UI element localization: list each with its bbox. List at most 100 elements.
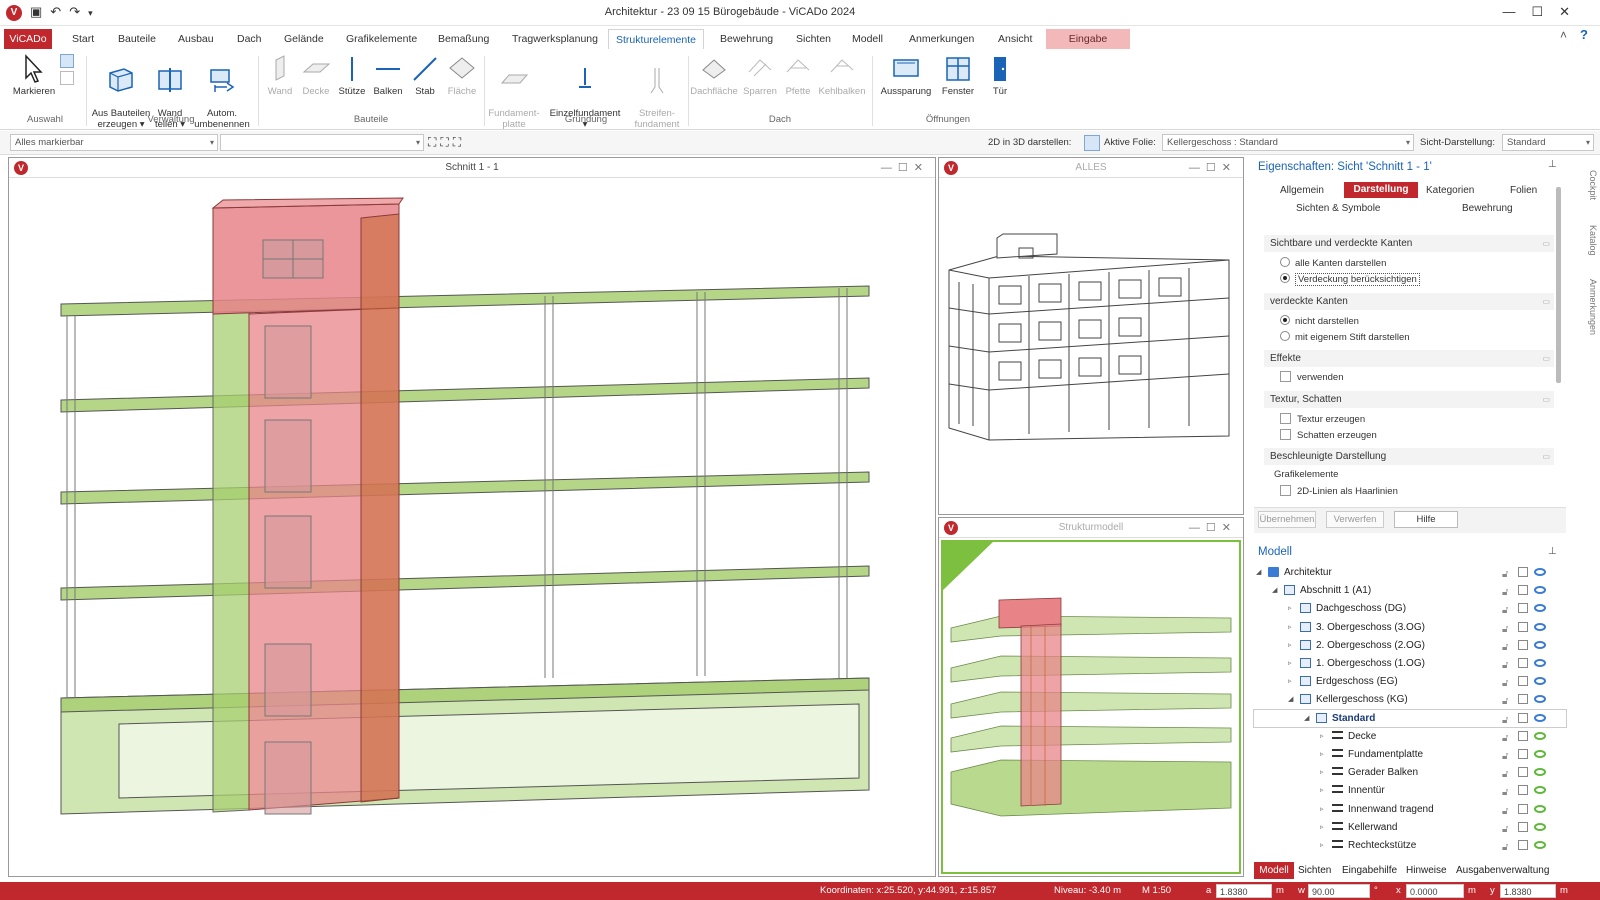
- tree-item-controls[interactable]: 🔓︎: [1502, 730, 1562, 744]
- section-verdeckte-kanten[interactable]: verdeckte Kanten ▭: [1264, 293, 1554, 310]
- checkbox-textur[interactable]: Textur erzeugen: [1280, 413, 1365, 425]
- tab-kategorien[interactable]: Kategorien: [1426, 185, 1474, 196]
- radio-alle-kanten[interactable]: alle Kanten darstellen: [1280, 257, 1386, 269]
- pin-icon[interactable]: ⊥: [1548, 159, 1557, 170]
- balken-button[interactable]: Balken: [370, 52, 406, 97]
- kehlbalken-button[interactable]: Kehlbalken: [816, 52, 868, 97]
- tab-modell[interactable]: Modell: [852, 29, 883, 49]
- properties-scrollbar[interactable]: [1556, 187, 1561, 383]
- view-window-section[interactable]: V Schnitt 1 - 1 —☐✕: [8, 157, 936, 877]
- tab-sichten[interactable]: Sichten: [796, 29, 831, 49]
- tab-anmerkungen[interactable]: Anmerkungen: [909, 29, 974, 49]
- lock-icon[interactable]: 🔓︎: [1502, 584, 1508, 601]
- tree-expander-icon[interactable]: ▹: [1288, 673, 1292, 690]
- lock-icon[interactable]: 🔓︎: [1502, 821, 1508, 838]
- side-tab-katalog[interactable]: Katalog: [1572, 218, 1598, 262]
- eye-icon[interactable]: [1534, 750, 1546, 758]
- tab-grafikelemente[interactable]: Grafikelemente: [346, 29, 417, 49]
- view-window-controls[interactable]: —☐✕: [1189, 158, 1237, 178]
- visibility-checkbox[interactable]: [1518, 821, 1528, 832]
- visibility-checkbox[interactable]: [1518, 639, 1528, 650]
- status-w-field[interactable]: 90.00: [1308, 884, 1370, 898]
- visibility-checkbox[interactable]: [1518, 567, 1528, 577]
- tree-expander-icon[interactable]: ▹: [1320, 801, 1324, 818]
- stab-button[interactable]: Stab: [408, 52, 442, 97]
- eye-icon[interactable]: [1534, 768, 1546, 777]
- 2d3d-toggle-icon[interactable]: [1084, 135, 1100, 151]
- tree-item-controls[interactable]: 🔓︎: [1502, 803, 1562, 817]
- wand-button[interactable]: Wand: [262, 52, 298, 97]
- selection-filter-combo[interactable]: Alles markierbar ▾: [10, 134, 218, 151]
- tab-bewehrung[interactable]: Bewehrung: [720, 29, 773, 49]
- building-3d-wireframe[interactable]: [939, 178, 1243, 514]
- tree-item-controls[interactable]: 🔓︎: [1502, 821, 1562, 835]
- model-pin-icon[interactable]: ⊥: [1548, 546, 1557, 557]
- lock-icon[interactable]: 🔓︎: [1502, 730, 1508, 747]
- bottom-tab-hinweise[interactable]: Hinweise: [1406, 862, 1447, 879]
- tab-bemassung[interactable]: Bemaßung: [438, 29, 489, 49]
- section-effekte[interactable]: Effekte ▭: [1264, 350, 1554, 367]
- tree-item-controls[interactable]: 🔓︎: [1502, 784, 1562, 798]
- eye-icon[interactable]: [1534, 586, 1546, 595]
- lock-icon[interactable]: 🔓︎: [1502, 748, 1508, 765]
- tab-eingabe[interactable]: Eingabe: [1046, 29, 1130, 49]
- eye-icon[interactable]: [1534, 604, 1546, 613]
- checkbox-schatten[interactable]: Schatten erzeugen: [1280, 429, 1377, 441]
- checkbox-effekte-verwenden[interactable]: verwenden: [1280, 371, 1343, 383]
- lock-icon[interactable]: 🔓︎: [1502, 602, 1508, 619]
- tree-item-controls[interactable]: 🔓︎: [1502, 766, 1562, 780]
- checkbox-haarlinien[interactable]: 2D-Linien als Haarlinien: [1280, 485, 1398, 497]
- lock-icon[interactable]: 🔓︎: [1502, 639, 1508, 656]
- lock-icon[interactable]: 🔓︎: [1502, 657, 1508, 674]
- tab-start[interactable]: Start: [72, 29, 94, 49]
- eye-icon[interactable]: [1534, 731, 1546, 740]
- sparren-button[interactable]: Sparren: [740, 52, 780, 97]
- lock-icon[interactable]: 🔓︎: [1502, 621, 1508, 638]
- lock-icon[interactable]: 🔓︎: [1502, 766, 1508, 783]
- tab-ansicht[interactable]: Ansicht: [998, 29, 1032, 49]
- side-tab-cockpit[interactable]: Cockpit: [1572, 160, 1598, 210]
- eye-icon[interactable]: [1534, 713, 1546, 722]
- tree-expander-icon[interactable]: ◢: [1256, 564, 1261, 581]
- view-window-controls[interactable]: —☐✕: [881, 158, 929, 178]
- lock-icon[interactable]: 🔓︎: [1502, 693, 1508, 710]
- tree-item-controls[interactable]: 🔓︎: [1502, 621, 1562, 635]
- wand-teilen-button[interactable]: Wand teilen ▾: [150, 52, 190, 141]
- tree-item-controls[interactable]: 🔓︎: [1502, 839, 1562, 853]
- lock-icon[interactable]: 🔓︎: [1502, 803, 1508, 820]
- tree-item[interactable]: ▹ 1. Obergeschoss (1.OG) 🔓︎: [1254, 655, 1566, 672]
- selection-mode-icons[interactable]: [60, 54, 76, 88]
- minimize-icon[interactable]: —: [1502, 4, 1531, 19]
- tree-item[interactable]: ▹ Innentür 🔓︎: [1254, 782, 1566, 799]
- status-y-field[interactable]: 1.8380: [1500, 884, 1556, 898]
- tree-expander-icon[interactable]: ▹: [1320, 746, 1324, 763]
- eye-icon[interactable]: [1534, 622, 1546, 631]
- status-a-field[interactable]: 1.8380: [1216, 884, 1272, 898]
- visibility-checkbox[interactable]: [1518, 730, 1528, 741]
- select-add-icon[interactable]: [60, 71, 74, 85]
- structure-3d-model[interactable]: [941, 540, 1241, 874]
- apply-button[interactable]: Übernehmen: [1258, 511, 1316, 528]
- tree-item[interactable]: ▹ Kellerwand 🔓︎: [1254, 819, 1566, 836]
- tree-item[interactable]: ▹ Gerader Balken 🔓︎: [1254, 764, 1566, 781]
- tree-item[interactable]: ◢ Abschnitt 1 (A1) 🔓︎: [1254, 582, 1566, 599]
- flaeche-button[interactable]: Fläche: [444, 52, 480, 97]
- tree-item[interactable]: ▹ Fundamentplatte 🔓︎: [1254, 746, 1566, 763]
- tree-expander-icon[interactable]: ▹: [1320, 837, 1324, 854]
- tab-darstellung[interactable]: Darstellung: [1344, 182, 1418, 198]
- einzelfundament-button[interactable]: Einzelfundament ▾: [546, 52, 624, 141]
- tab-strukturelemente[interactable]: Strukturelemente: [608, 29, 704, 49]
- section-beschleunigte-darstellung[interactable]: Beschleunigte Darstellung ▭: [1264, 448, 1554, 465]
- maximize-icon[interactable]: ☐: [1531, 4, 1559, 19]
- tree-item[interactable]: ◢ Architektur 🔓︎: [1254, 564, 1566, 581]
- tree-item-controls[interactable]: 🔓︎: [1502, 748, 1562, 762]
- tree-item-controls[interactable]: 🔓︎: [1502, 657, 1562, 671]
- bottom-tab-modell[interactable]: Modell: [1254, 862, 1294, 879]
- pfette-button[interactable]: Pfette: [780, 52, 816, 97]
- tab-sichten-symbole[interactable]: Sichten & Symbole: [1296, 203, 1381, 214]
- tab-folien[interactable]: Folien: [1510, 185, 1537, 196]
- tab-bauteile[interactable]: Bauteile: [118, 29, 156, 49]
- visibility-checkbox[interactable]: [1518, 840, 1528, 850]
- visibility-checkbox[interactable]: [1518, 749, 1528, 759]
- tree-expander-icon[interactable]: ▹: [1288, 619, 1292, 636]
